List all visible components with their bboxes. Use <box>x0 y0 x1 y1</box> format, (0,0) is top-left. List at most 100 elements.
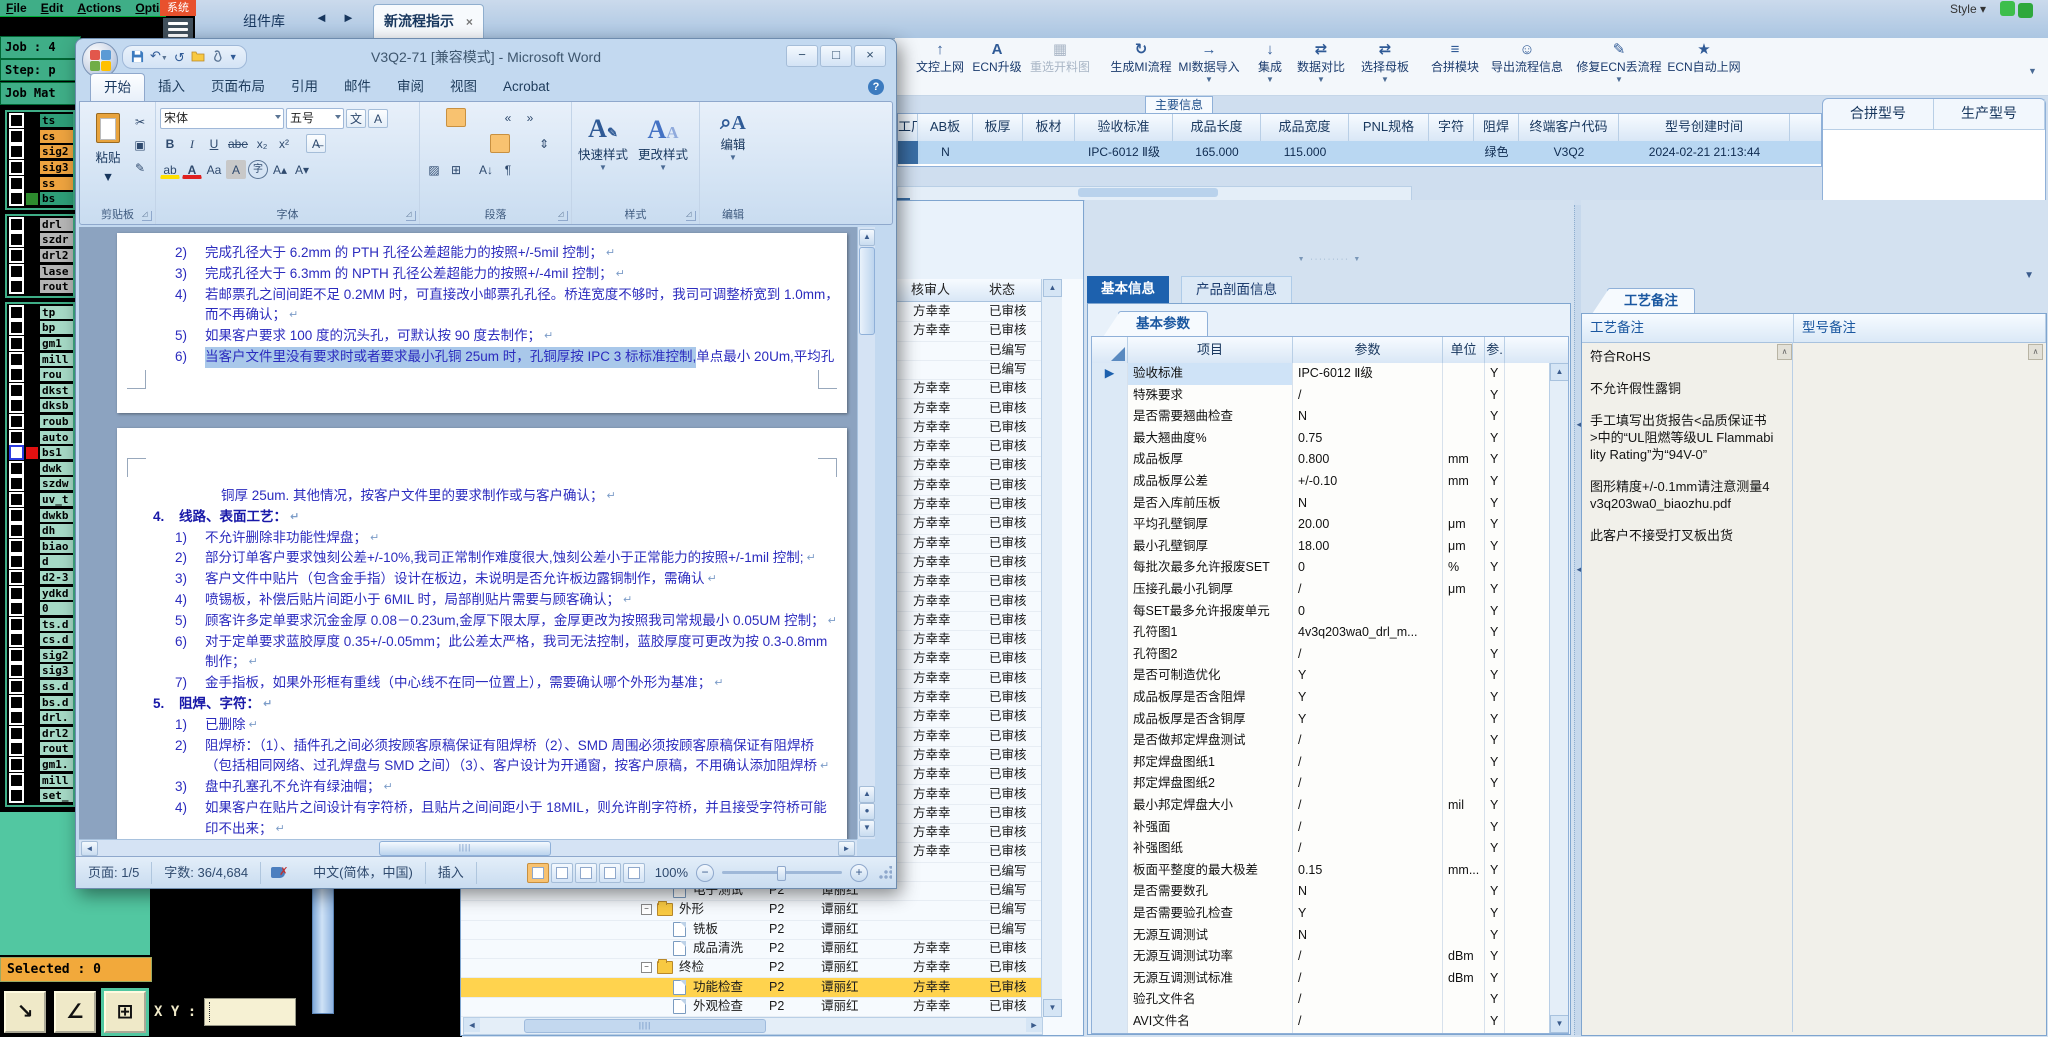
item-cell[interactable]: 成品板厚 <box>1128 449 1293 471</box>
param-cell[interactable]: 4v3q203wa0_drl_m... <box>1293 622 1443 644</box>
param-cell[interactable]: / <box>1293 946 1443 968</box>
subscript-icon[interactable]: x₂ <box>252 134 272 153</box>
layer-checkbox[interactable] <box>9 460 24 476</box>
outline-view-icon[interactable] <box>598 862 621 883</box>
language-indicator[interactable]: 中文(简体，中国) <box>301 861 426 884</box>
layer-name-label[interactable]: sig2 <box>40 145 73 159</box>
item-cell[interactable]: 孔符图2 <box>1128 643 1293 666</box>
dropdown-icon[interactable]: ▼ <box>1258 75 1282 85</box>
column-header-板材[interactable]: 板材 <box>1023 114 1075 141</box>
param-row-补强面[interactable]: 补强面 / Y <box>1092 816 1568 840</box>
item-cell[interactable]: AVI文件名 <box>1128 1011 1293 1033</box>
item-cell[interactable]: 无源互调测试功率 <box>1128 946 1293 968</box>
item-cell[interactable]: 邦定焊盘图纸1 <box>1128 751 1293 774</box>
close-button[interactable]: × <box>854 45 886 67</box>
layer-checkbox[interactable] <box>9 616 24 632</box>
menu-item-file[interactable]: File <box>6 1 27 15</box>
layer-checkbox[interactable] <box>9 507 24 523</box>
param-cell[interactable]: / <box>1293 967 1443 990</box>
draft-view-icon[interactable] <box>622 862 645 883</box>
layer-name-label[interactable]: szdr <box>40 233 73 247</box>
align-right-icon[interactable] <box>468 134 488 153</box>
process-row-功能检查[interactable]: 功能检查 P2 谭丽红 方幸幸 已审核 <box>461 977 1041 998</box>
scroll-left-icon[interactable]: ◄ <box>464 1018 480 1032</box>
layer-row[interactable]: dwkb <box>7 507 73 523</box>
param-row-是否需要验孔检查[interactable]: 是否需要验孔检查 Y Y <box>1092 903 1568 926</box>
layer-name-label[interactable]: set_ <box>40 789 73 803</box>
layer-name-label[interactable]: bp <box>40 321 73 335</box>
param-row-补强图纸[interactable]: 补强图纸 / Y <box>1092 838 1568 861</box>
toolbar-button-合拼模块[interactable]: ≡ 合拼模块 <box>1431 41 1479 75</box>
column-header-字符[interactable]: 字符 <box>1429 114 1474 141</box>
layer-name-label[interactable]: sig3 <box>40 664 73 678</box>
process-row-铣板[interactable]: 铣板 P2 谭丽红 已编写 <box>461 920 1041 940</box>
show-marks-icon[interactable]: ¶ <box>498 160 518 179</box>
tree-node-label[interactable]: 成品清洗 <box>693 939 743 958</box>
ribbon-tab-审阅[interactable]: 审阅 <box>384 73 437 101</box>
craft-notes-text[interactable]: 符合RoHS 不允许假性露铜 手工填写出货报告<品质保证书>中的“UL阻燃等级UL … <box>1582 342 1793 1032</box>
layer-row[interactable]: dwk <box>7 460 73 476</box>
layer-checkbox[interactable] <box>9 725 24 741</box>
layer-name-label[interactable]: gm1 <box>40 337 73 351</box>
layer-checkbox[interactable] <box>9 160 24 176</box>
dialog-launcher-icon[interactable]: ◿ <box>686 211 696 221</box>
toolbar-button-选择母板[interactable]: ⇄ 选择母板 ▼ <box>1361 41 1409 85</box>
item-cell[interactable]: 验收标准 <box>1128 363 1293 385</box>
model-notes-text[interactable] <box>1794 342 2046 1032</box>
layer-name-label[interactable]: ss <box>40 176 73 190</box>
item-cell[interactable]: 最小邦定焊盘大小 <box>1128 795 1293 817</box>
column-header-参数[interactable]: 参数 <box>1293 337 1443 363</box>
dropdown-icon[interactable]: ▼ <box>1178 75 1239 85</box>
hscroll-thumb[interactable]: |||| <box>379 841 551 856</box>
layer-row[interactable]: 0 <box>7 601 73 617</box>
page-indicator[interactable]: 页面: 1/5 <box>76 861 153 884</box>
shrink-font-icon[interactable]: A▾ <box>292 160 312 179</box>
layer-checkbox[interactable] <box>9 569 24 585</box>
item-cell[interactable]: 是否需要数孔 <box>1128 881 1293 903</box>
layer-checkbox[interactable] <box>9 128 24 144</box>
layer-name-label[interactable]: d2-3 <box>40 570 73 584</box>
layer-checkbox[interactable] <box>9 144 24 160</box>
param-cell[interactable]: N <box>1293 492 1443 515</box>
scroll-right-icon[interactable]: ► <box>1026 1018 1042 1032</box>
param-cell[interactable]: 0.800 <box>1293 449 1443 471</box>
param-cell[interactable]: / <box>1293 643 1443 666</box>
style-menu[interactable]: Style ▾ <box>1950 2 1986 16</box>
param-row-最大翘曲度%[interactable]: 最大翘曲度% 0.75 Y <box>1092 427 1568 451</box>
item-cell[interactable]: 成品板厚是否含阻焊 <box>1128 687 1293 709</box>
phonetic-guide-icon[interactable]: 文 <box>346 109 366 128</box>
layer-row[interactable]: auto <box>7 429 73 445</box>
tree-node-label[interactable]: 铣板 <box>693 920 718 939</box>
help-icon[interactable]: ? <box>868 79 884 95</box>
item-cell[interactable]: 平均孔壁铜厚 <box>1128 514 1293 536</box>
grid-view-button[interactable]: ⊞ <box>101 987 149 1036</box>
process-flow-hscrollbar[interactable]: ◄ ► |||| <box>463 1017 1043 1035</box>
ribbon-tab-视图[interactable]: 视图 <box>437 73 490 101</box>
font-name-combo[interactable]: 宋体 <box>160 108 284 129</box>
layer-name-label[interactable]: drl2 <box>40 726 73 740</box>
clear-formatting-icon[interactable]: A̶ <box>306 134 327 153</box>
scroll-down-icon[interactable]: ▼ <box>1043 999 1062 1017</box>
layer-name-label[interactable]: drl. <box>40 711 73 725</box>
layer-checkbox[interactable] <box>9 757 24 773</box>
ribbon-tab-插入[interactable]: 插入 <box>145 73 198 101</box>
layer-row[interactable]: d <box>7 554 73 570</box>
hscroll-thumb[interactable]: |||| <box>524 1019 766 1033</box>
layer-name-label[interactable]: drl <box>40 217 73 231</box>
layer-checkbox[interactable] <box>9 382 24 398</box>
column-header-板厚[interactable]: 板厚 <box>973 114 1023 141</box>
layer-row[interactable]: d2-3 <box>7 569 73 586</box>
layer-row[interactable]: dksb <box>7 398 73 414</box>
param-cell[interactable]: / <box>1293 384 1443 407</box>
cam-scrollbar[interactable] <box>312 888 334 1014</box>
item-cell[interactable]: 是否入库前压板 <box>1128 492 1293 515</box>
column-header-AB板[interactable]: AB板 <box>918 114 973 141</box>
param-cell[interactable]: / <box>1293 816 1443 839</box>
menu-item-edit[interactable]: Edit <box>41 1 64 15</box>
grow-font-icon[interactable]: A▴ <box>270 160 290 179</box>
editing-button[interactable]: ⌕A 编辑 ▼ <box>700 102 766 162</box>
param-cell[interactable]: N <box>1293 924 1443 947</box>
layer-checkbox[interactable] <box>9 445 24 461</box>
enclose-characters-icon[interactable]: 字 <box>248 160 268 179</box>
column-header-项目[interactable]: 项目 <box>1128 337 1293 363</box>
